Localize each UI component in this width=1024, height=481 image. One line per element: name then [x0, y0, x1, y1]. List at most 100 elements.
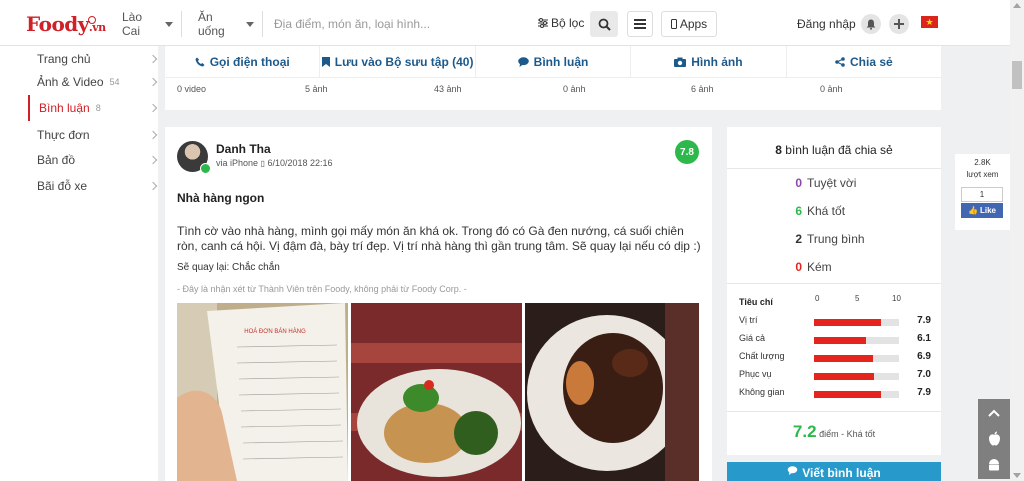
view-count: 2.8K [974, 158, 991, 167]
criteria-value: 6.1 [917, 333, 931, 344]
scrollbar-thumb[interactable] [1012, 61, 1022, 89]
sidebar-item-map[interactable]: Bản đồ [28, 147, 158, 173]
review-photo-chicken[interactable] [525, 303, 699, 481]
chevron-down-icon [246, 21, 254, 27]
criteria-label: Không gian [739, 387, 785, 397]
photos-button-label: Hình ảnh [691, 54, 743, 69]
sidebar-item-label: Ảnh & Video [37, 75, 104, 89]
review-title[interactable]: Nhà hàng ngon [177, 191, 264, 205]
criteria-bar-track [814, 355, 899, 362]
like-count: 1 [961, 187, 1003, 202]
criteria-label: Vị trí [739, 315, 758, 325]
photo-count: 5 ảnh [305, 84, 328, 94]
review-photo-receipt[interactable]: HOÁ ĐƠN BÁN HÀNG [177, 303, 348, 481]
photos-button[interactable]: Hình ảnh [631, 46, 787, 77]
rating-summary: 8 bình luận đã chia sẻ 0 Tuyệt vời 6 Khá t… [727, 127, 941, 455]
login-link[interactable]: Đăng nhập [797, 17, 856, 31]
apps-button[interactable]: Apps [661, 11, 717, 37]
criteria-bar [814, 391, 882, 398]
criteria-label: Chất lượng [739, 351, 785, 361]
video-count: 0 video [177, 84, 207, 94]
review-body: Tình cờ vào nhà hàng, mình gọi mấy món ă… [177, 224, 701, 253]
tally-good[interactable]: 6 Khá tốt [787, 204, 845, 218]
city-select-value: Lào Cai [122, 10, 143, 38]
camera-icon [674, 57, 687, 67]
android-app-button[interactable] [978, 451, 1010, 479]
phone-icon [195, 57, 205, 66]
scroll-up-arrow-icon[interactable] [1013, 3, 1021, 8]
ios-app-button[interactable] [978, 424, 1010, 452]
photo-count: 6 ảnh [691, 84, 714, 94]
write-review-label: Viết bình luận [802, 466, 881, 480]
sidebar-item-count: 54 [109, 77, 120, 87]
comment-icon [517, 56, 529, 67]
sidebar-item-reviews[interactable]: Bình luận 8 [28, 95, 158, 121]
photo-count: 0 ảnh [563, 84, 586, 94]
thumbs-up-icon: 👍 [968, 206, 978, 215]
criteria-bar-track [814, 391, 899, 398]
add-button[interactable] [889, 14, 909, 34]
criteria-label: Giá cả [739, 333, 766, 343]
share-button[interactable]: Chia sẻ [787, 46, 941, 77]
comment-button-label: Bình luận [533, 54, 589, 69]
review-device: via iPhone [216, 158, 259, 168]
review-meta: via iPhone ▯ 6/10/2018 22:16 [216, 158, 333, 168]
save-collection-label: Lưu vào Bộ sưu tập (40) [334, 54, 474, 69]
sidebar-item-photos-videos[interactable]: Ảnh & Video 54 [28, 69, 158, 95]
page-scrollbar[interactable] [1010, 0, 1024, 481]
photo-count: 43 ảnh [434, 84, 462, 94]
menu-button[interactable] [627, 11, 653, 37]
reviewer-name[interactable]: Danh Tha [216, 142, 271, 156]
call-button[interactable]: Gọi điện thoại [165, 46, 321, 77]
average-score: 7.2 điểm - Khá tốt [727, 422, 941, 442]
divider [727, 168, 941, 169]
vietnam-flag-icon[interactable]: ★ [921, 16, 938, 28]
save-collection-button[interactable]: Lưu vào Bộ sưu tập (40) [320, 46, 476, 77]
sidebar-item-label: Trang chủ [37, 52, 91, 66]
scale-label: 5 [855, 294, 860, 303]
apple-icon [988, 431, 1000, 445]
criteria-value: 6.9 [917, 351, 931, 362]
sidebar-item-parking[interactable]: Bãi đỗ xe [28, 173, 158, 199]
review-photo-fish[interactable] [351, 303, 522, 481]
category-select-value: Ăn uống [198, 10, 225, 38]
chevron-right-icon [148, 181, 158, 191]
category-select[interactable]: Ăn uống [190, 10, 263, 38]
write-review-button[interactable]: Viết bình luận [727, 462, 941, 481]
scroll-down-arrow-icon[interactable] [1013, 473, 1021, 478]
review-card: Danh Tha via iPhone ▯ 6/10/2018 22:16 7.… [165, 127, 712, 481]
scroll-top-button[interactable] [978, 399, 1010, 427]
filter-button[interactable]: Bộ lọc [538, 16, 584, 30]
chevron-right-icon [148, 130, 158, 140]
criteria-label: Phục vụ [739, 369, 772, 379]
divider [727, 283, 941, 284]
scale-label: 10 [892, 294, 901, 303]
review-score-badge: 7.8 [675, 140, 699, 164]
comment-button[interactable]: Bình luận [476, 46, 632, 77]
criteria-row: Chất lượng 6.9 [739, 351, 931, 365]
criteria-bar [814, 337, 866, 344]
criteria-row: Phục vụ 7.0 [739, 369, 931, 383]
divider [727, 411, 941, 412]
comment-icon [787, 466, 798, 475]
filter-label: Bộ lọc [551, 16, 585, 30]
tally-average[interactable]: 2 Trung bình [787, 232, 864, 246]
top-header: Foody.vn Lào Cai Ăn uống Bộ lọc Apps Đăn… [0, 0, 1010, 46]
criteria-row: Giá cả 6.1 [739, 333, 931, 347]
tally-excellent[interactable]: 0 Tuyệt vời [787, 176, 856, 190]
review-date: 6/10/2018 22:16 [267, 158, 333, 168]
sidebar-item-menu[interactable]: Thực đơn [28, 122, 158, 148]
share-icon [835, 56, 845, 67]
share-button-label: Chia sẻ [849, 54, 893, 69]
average-score-value: 7.2 [792, 422, 817, 441]
action-bar: Gọi điện thoại Lưu vào Bộ sưu tập (40) B… [165, 46, 941, 110]
tally-poor[interactable]: 0 Kém [787, 260, 831, 274]
facebook-like-button[interactable]: 👍 Like [961, 203, 1003, 218]
search-button[interactable] [590, 11, 618, 37]
left-sidebar: Trang chủ Ảnh & Video 54 Bình luận 8 Thự… [0, 46, 158, 481]
city-select[interactable]: Lào Cai [114, 10, 182, 38]
criteria-row: Vị trí 7.9 [739, 315, 931, 329]
view-count-widget: 2.8K lượt xem 1 👍 Like [955, 154, 1010, 230]
criteria-bar [814, 373, 874, 380]
notification-button[interactable] [861, 14, 881, 34]
